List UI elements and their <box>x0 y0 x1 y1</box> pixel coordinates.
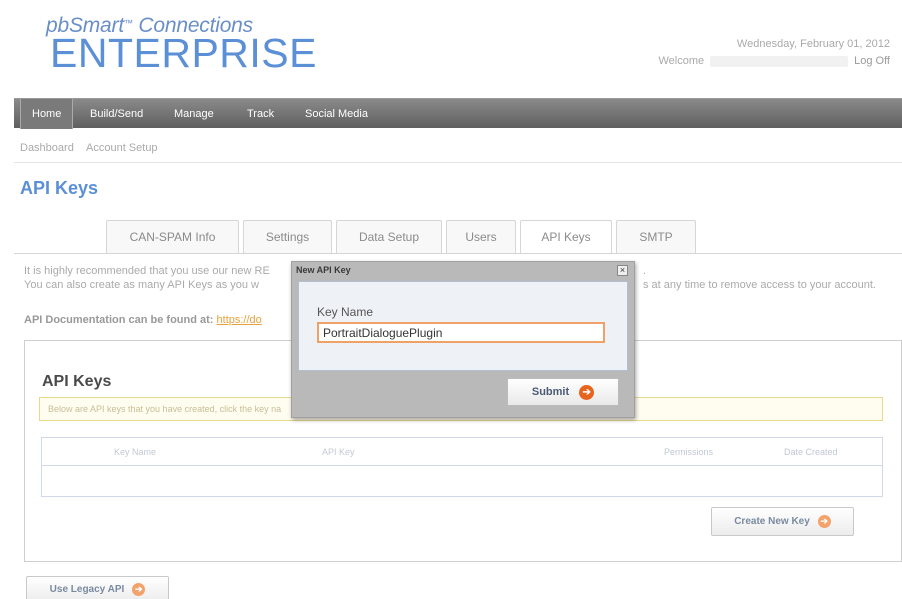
welcome-label: Welcome <box>658 55 705 67</box>
sub-nav: Dashboard Account Setup <box>14 136 902 163</box>
dialog-body: Key Name <box>298 281 628 371</box>
create-new-key-button[interactable]: Create New Key ➔ <box>711 507 854 536</box>
submit-button[interactable]: Submit ➔ <box>507 378 619 406</box>
tab-api-keys[interactable]: API Keys <box>520 220 612 254</box>
tabs-divider <box>14 253 902 254</box>
user-name-redacted <box>710 55 849 67</box>
info-text-line2: You can also create as many API Keys as … <box>24 279 260 291</box>
nav-build-send[interactable]: Build/Send <box>90 99 143 129</box>
column-date-created: Date Created <box>784 447 838 457</box>
column-api-key: API Key <box>322 447 355 457</box>
logoff-link[interactable]: Log Off <box>854 55 890 67</box>
api-doc-label: API Documentation can be found at: <box>24 314 214 326</box>
api-keys-table: Key Name API Key Permissions Date Create… <box>41 437 883 497</box>
nav-home[interactable]: Home <box>20 99 74 129</box>
info-text-line1: It is highly recommended that you use ou… <box>24 265 270 277</box>
nav-manage[interactable]: Manage <box>174 99 214 129</box>
tab-smtp[interactable]: SMTP <box>616 220 696 253</box>
page-title: API Keys <box>20 178 99 198</box>
main-nav: Home Build/Send Manage Track Social Medi… <box>14 98 902 129</box>
subnav-account-setup[interactable]: Account Setup <box>86 142 158 154</box>
info-text-line1-end: . <box>643 265 647 277</box>
create-new-key-label: Create New Key <box>734 516 810 527</box>
api-doc-link[interactable]: https://do <box>217 314 262 326</box>
arrow-right-icon: ➔ <box>579 384 595 400</box>
close-icon[interactable]: × <box>617 265 628 276</box>
key-name-label: Key Name <box>317 305 374 319</box>
logo-enterprise: ENTERPRISE <box>50 30 317 76</box>
new-api-key-dialog: New API Key × Key Name Submit ➔ <box>291 261 635 418</box>
tab-can-spam-info[interactable]: CAN-SPAM Info <box>106 220 239 253</box>
use-legacy-api-label: Use Legacy API <box>49 584 125 595</box>
key-name-input[interactable] <box>317 322 605 343</box>
logo-trademark: ™ <box>123 18 133 28</box>
panel-title: API Keys <box>42 373 112 390</box>
arrow-right-icon: ➔ <box>132 583 146 596</box>
use-legacy-api-button[interactable]: Use Legacy API ➔ <box>26 576 169 599</box>
dialog-title: New API Key <box>296 265 351 275</box>
api-doc-line: API Documentation can be found at: https… <box>24 314 262 326</box>
tab-users[interactable]: Users <box>446 220 516 253</box>
table-header: Key Name API Key Permissions Date Create… <box>42 438 882 466</box>
info-text-line2-end: s at any time to remove access to your a… <box>643 279 876 291</box>
nav-track[interactable]: Track <box>247 99 274 129</box>
column-permissions: Permissions <box>664 447 714 457</box>
subnav-dashboard[interactable]: Dashboard <box>20 142 74 154</box>
subnav-divider <box>14 162 902 163</box>
header-welcome: Welcome Log Off <box>658 55 890 67</box>
column-key-name: Key Name <box>114 447 157 457</box>
nav-social-media[interactable]: Social Media <box>305 99 368 129</box>
arrow-right-icon: ➔ <box>817 515 831 528</box>
submit-label: Submit <box>531 386 570 398</box>
tab-settings[interactable]: Settings <box>243 220 332 253</box>
tab-data-setup[interactable]: Data Setup <box>336 220 442 253</box>
header-date: Wednesday, February 01, 2012 <box>736 38 890 50</box>
